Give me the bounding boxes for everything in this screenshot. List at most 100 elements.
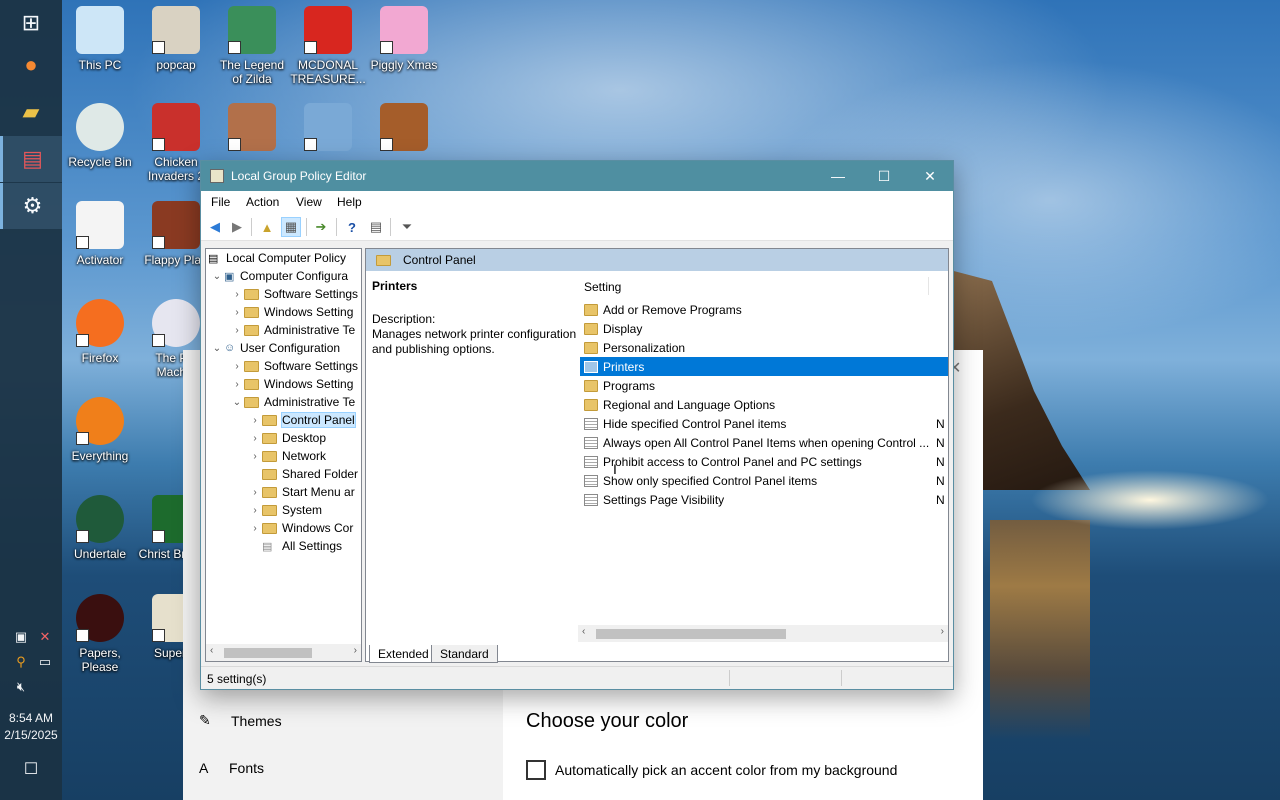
list-item[interactable]: Add or Remove Programs [580,300,948,319]
filter-icon[interactable]: ⏷ [397,217,417,237]
chevron-down-icon[interactable]: ⌄ [210,271,224,282]
desktop-icon-papers-please[interactable]: Papers, Please [62,594,138,674]
tree-horizontal-scrollbar[interactable]: ‹ › [206,644,361,661]
desktop-icon-snowman[interactable] [290,103,366,155]
tree-user-administrative-templates[interactable]: ⌄ Administrative Te [230,393,355,411]
list-item[interactable]: Hide specified Control Panel items N [580,414,948,433]
desktop-icon-bear[interactable] [366,103,442,155]
list-item[interactable]: Always open All Control Panel Items when… [580,433,948,452]
tree-windows-components[interactable]: › Windows Cor [248,519,353,537]
accent-color-checkbox[interactable]: Automatically pick an accent color from … [526,760,897,780]
desktop-icon-mcdonald[interactable]: MCDONAL TREASURE... [290,6,366,86]
chevron-right-icon[interactable]: › [248,487,262,498]
chevron-right-icon[interactable]: › [248,505,262,516]
tree-administrative-templates[interactable]: › Administrative Te [230,321,355,339]
tray-network-icon[interactable]: ▣ [12,628,30,646]
desktop-icon-piggly[interactable]: Piggly Xmas [366,6,442,72]
tray-display-icon[interactable]: ▭ [36,653,54,671]
menu-file[interactable]: File [211,195,230,209]
tab-standard[interactable]: Standard [431,645,498,663]
column-header[interactable]: Setting [578,271,948,297]
scroll-right-icon[interactable]: › [354,645,357,656]
list-item-selected[interactable]: Printers [580,357,948,376]
tree-network[interactable]: › Network [248,447,326,465]
desktop-icon-angry[interactable] [214,103,290,155]
show-hide-tree-icon[interactable]: ▦ [281,217,301,237]
desktop-icon-this-pc[interactable]: This PC [62,6,138,72]
tree-computer-configuration[interactable]: ⌄ ▣ Computer Configura [210,267,348,285]
desktop-icon-zilda[interactable]: The Legend of Zilda [214,6,290,86]
tree-software-settings[interactable]: › Software Settings [230,285,358,303]
clock[interactable]: 8:54 AM 2/15/2025 [0,710,62,744]
list-item[interactable]: Show only specified Control Panel items N [580,471,948,490]
chevron-right-icon[interactable]: › [248,451,262,462]
desktop-icon-popcap[interactable]: popcap [138,6,214,72]
tree-user-software-settings[interactable]: › Software Settings [230,357,358,375]
column-setting[interactable]: Setting [584,280,621,294]
chevron-right-icon[interactable]: › [230,325,244,336]
scroll-left-icon[interactable]: ‹ [582,626,585,637]
tab-extended[interactable]: Extended [369,645,438,663]
desktop-icon-undertale[interactable]: Undertale [62,495,138,561]
desktop-icon-everything[interactable]: Everything [62,397,138,463]
tree-start-menu[interactable]: › Start Menu ar [248,483,354,501]
close-icon[interactable]: ✕ [907,161,953,191]
list-item[interactable]: Programs [580,376,948,395]
menu-view[interactable]: View [296,195,322,209]
chevron-right-icon[interactable]: › [230,289,244,300]
tree-windows-settings[interactable]: › Windows Setting [230,303,353,321]
back-icon[interactable]: ◀ [205,217,225,237]
list-item[interactable]: Prohibit access to Control Panel and PC … [580,452,948,471]
tree-control-panel[interactable]: › Control Panel [248,411,356,429]
title-bar[interactable]: Local Group Policy Editor — ☐ ✕ [201,161,953,191]
chevron-right-icon[interactable]: › [230,379,244,390]
list-item[interactable]: Personalization [580,338,948,357]
column-divider[interactable] [928,277,929,295]
chevron-right-icon[interactable]: › [248,433,262,444]
chevron-down-icon[interactable]: ⌄ [230,397,244,408]
menu-help[interactable]: Help [337,195,362,209]
desktop-icon-recycle-bin[interactable]: Recycle Bin [62,103,138,169]
list-item[interactable]: Regional and Language Options [580,395,948,414]
export-list-icon[interactable]: ➔ [311,217,331,237]
windows-start-icon[interactable]: ⊞ [0,0,62,46]
minimize-icon[interactable]: — [815,161,861,191]
tree-desktop[interactable]: › Desktop [248,429,326,447]
scrollbar-thumb[interactable] [224,648,312,658]
app-icon[interactable]: ▤ [0,136,62,182]
desktop-icon-firefox[interactable]: Firefox [62,299,138,365]
tray-volume-muted-icon[interactable]: 🔇︎ [12,678,30,696]
tree-system[interactable]: › System [248,501,322,519]
firefox-icon[interactable]: ● [0,42,62,88]
scroll-left-icon[interactable]: ‹ [210,645,213,656]
settings-nav-themes[interactable]: ✎ Themes [199,712,282,729]
chevron-down-icon[interactable]: ⌄ [210,343,224,354]
file-explorer-icon[interactable]: ▰ [0,89,62,135]
list-item[interactable]: Display [580,319,948,338]
scrollbar-thumb[interactable] [596,629,786,639]
desktop-icon-activator[interactable]: Activator [62,201,138,267]
settings-nav-fonts[interactable]: A Fonts [199,760,264,776]
help-icon[interactable]: ? [342,217,362,237]
up-folder-icon[interactable]: ▲ [257,217,277,237]
tray-search-icon[interactable]: ⚲ [12,653,30,671]
properties-icon[interactable]: ▤ [366,217,386,237]
tree-shared-folders[interactable]: Shared Folder [248,465,358,483]
chevron-right-icon[interactable]: › [230,361,244,372]
tree-user-configuration[interactable]: ⌄ ☺ User Configuration [210,339,340,357]
scroll-right-icon[interactable]: › [941,626,944,637]
chevron-right-icon[interactable]: › [248,523,262,534]
menu-action[interactable]: Action [246,195,279,209]
maximize-icon[interactable]: ☐ [861,161,907,191]
chevron-right-icon[interactable]: › [248,415,262,426]
list-item[interactable]: Settings Page Visibility N [580,490,948,509]
tree-local-computer-policy[interactable]: ▤ Local Computer Policy [208,249,346,267]
notification-icon[interactable]: ☐ [22,760,40,778]
tree-user-windows-settings[interactable]: › Windows Setting [230,375,353,393]
tree-all-settings[interactable]: ▤ All Settings [248,537,342,555]
tray-error-icon[interactable]: ✕ [36,628,54,646]
list-horizontal-scrollbar[interactable]: ‹ › [578,625,948,642]
chevron-right-icon[interactable]: › [230,307,244,318]
settings-gear-icon[interactable]: ⚙ [0,183,62,229]
forward-icon[interactable]: ▶ [227,217,247,237]
